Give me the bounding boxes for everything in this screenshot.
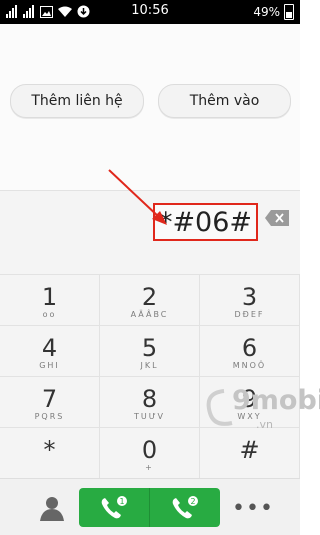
contacts-icon[interactable]	[38, 495, 66, 521]
key-digit: 3	[241, 283, 258, 311]
keypad: 1 oo 2 AÄÂBC 3 DĐEF 4 GHI 5 JKL 6 MNOÔ 7 PQRS 8 TUƯV 9 WX…	[0, 274, 300, 478]
key-digit: 4	[41, 334, 58, 362]
key-star[interactable]: *	[0, 427, 100, 478]
key-letters: MNOÔ	[232, 361, 267, 370]
key-letters: TUƯV	[133, 412, 166, 421]
status-bar: 10:56 49%	[0, 0, 300, 24]
key-3[interactable]: 3 DĐEF	[200, 274, 300, 325]
key-7[interactable]: 7 PQRS	[0, 376, 100, 427]
key-letters: AÄÂBC	[130, 310, 169, 319]
dialer-top-area: Thêm liên hệ Thêm vào	[0, 24, 300, 190]
key-letters: PQRS	[34, 412, 65, 421]
battery: 49%	[253, 4, 294, 20]
battery-percent: 49%	[253, 5, 280, 19]
key-5[interactable]: 5 JKL	[100, 325, 200, 376]
key-digit: 7	[41, 385, 58, 413]
key-digit: 2	[141, 283, 158, 311]
key-letters: JKL	[140, 361, 159, 370]
key-digit: 1	[41, 283, 58, 311]
phone-sim2-icon: 2	[172, 495, 198, 518]
key-digit: 0	[141, 436, 158, 464]
key-digit: 8	[141, 385, 158, 413]
key-letters: oo	[42, 310, 57, 319]
key-digit: 5	[141, 334, 158, 362]
key-2[interactable]: 2 AÄÂBC	[100, 274, 200, 325]
number-display: *#06#	[0, 190, 300, 275]
watermark-suffix: .vn	[256, 418, 273, 431]
key-letters: DĐEF	[234, 310, 265, 319]
call-sim1-button[interactable]: 1	[79, 488, 150, 527]
key-8[interactable]: 8 TUƯV	[100, 376, 200, 427]
watermark-brand: 9mobi	[232, 385, 320, 416]
key-letters: GHI	[39, 361, 60, 370]
sim2-label: 2	[190, 497, 195, 506]
bottom-bar: 1 2 •••	[0, 478, 300, 535]
key-letters: +	[145, 463, 154, 472]
key-digit: *	[43, 436, 56, 464]
key-1[interactable]: 1 oo	[0, 274, 100, 325]
add-contact-button[interactable]: Thêm liên hệ	[10, 84, 144, 118]
backspace-icon[interactable]	[265, 210, 289, 226]
key-0[interactable]: 0 +	[100, 427, 200, 478]
add-to-contact-button[interactable]: Thêm vào	[158, 84, 291, 118]
key-4[interactable]: 4 GHI	[0, 325, 100, 376]
key-digit: 6	[241, 334, 258, 362]
sim1-label: 1	[119, 497, 124, 506]
more-options-button[interactable]: •••	[232, 496, 274, 521]
phone-sim1-icon: 1	[101, 495, 127, 518]
battery-icon	[284, 4, 294, 20]
key-6[interactable]: 6 MNOÔ	[200, 325, 300, 376]
dialed-number: *#06#	[153, 203, 258, 241]
call-sim2-button[interactable]: 2	[150, 488, 220, 527]
